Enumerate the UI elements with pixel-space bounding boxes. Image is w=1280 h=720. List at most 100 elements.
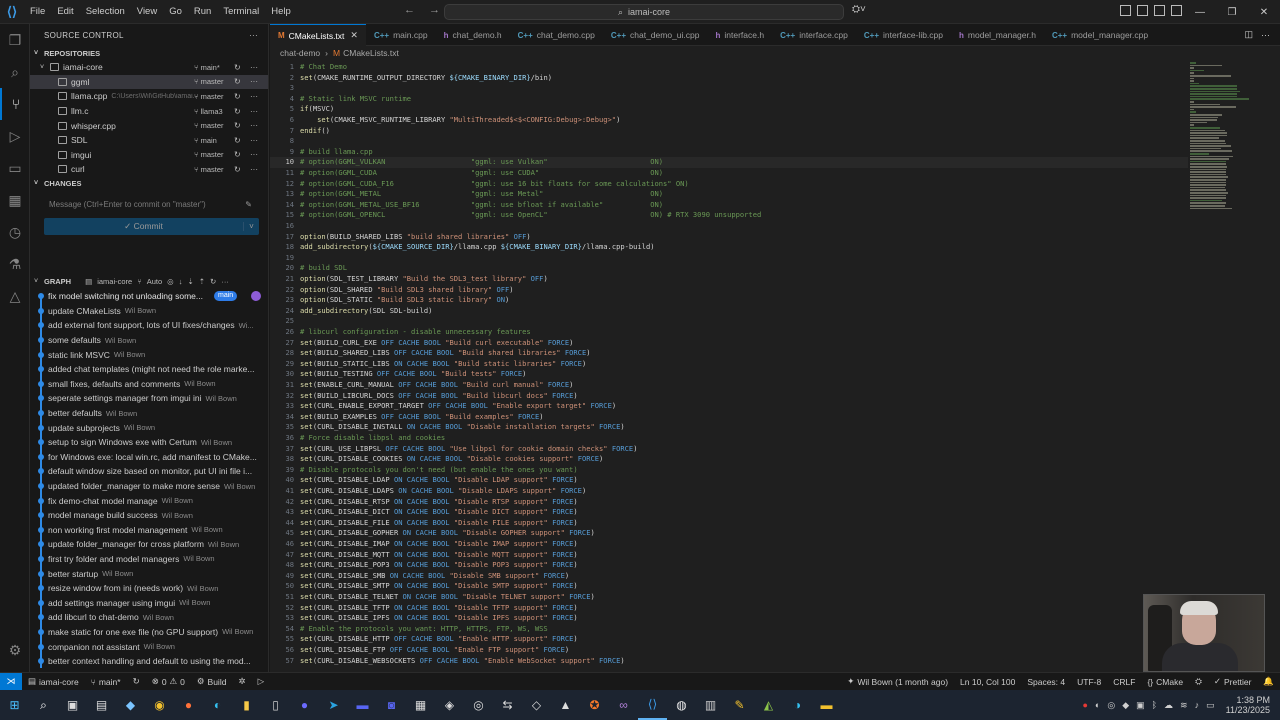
code-line[interactable]: 39 # Disable protocols you don't need (bu… bbox=[270, 465, 1188, 476]
remote-explorer-icon[interactable]: ▭ bbox=[0, 152, 30, 184]
more-actions-icon[interactable]: ··· bbox=[250, 150, 258, 159]
sync-icon[interactable]: ↻ bbox=[234, 121, 241, 130]
repo-branch[interactable]: ⑂ main* bbox=[194, 63, 220, 72]
code-line[interactable]: 49 set(CURL_DISABLE_SMB ON CACHE BOOL "Di… bbox=[270, 571, 1188, 582]
tool-icon[interactable]: ⇆ bbox=[493, 690, 522, 720]
code-line[interactable]: 4 # Static link MSVC runtime bbox=[270, 94, 1188, 105]
blender-icon[interactable]: ✪ bbox=[580, 690, 609, 720]
code-line[interactable]: 55 set(CURL_DISABLE_HTTP OFF CACHE BOOL "… bbox=[270, 634, 1188, 645]
tray-icon[interactable]: ▣ bbox=[1136, 700, 1145, 711]
split-editor-icon[interactable]: ◫ bbox=[1244, 29, 1253, 40]
code-line[interactable]: 26 # libcurl configuration - disable unne… bbox=[270, 327, 1188, 338]
commit-item[interactable]: small fixes, defaults and comments Wil Bo… bbox=[30, 376, 269, 392]
repo-branch[interactable]: ⑂ master bbox=[194, 92, 224, 101]
code-line[interactable]: 33 set(CURL_ENABLE_EXPORT_TARGET OFF CACH… bbox=[270, 401, 1188, 412]
commit-item[interactable]: non working first model management Wil Bo… bbox=[30, 522, 269, 538]
status-prettier[interactable]: ✓ Prettier bbox=[1208, 676, 1258, 687]
more-actions-icon[interactable]: ··· bbox=[250, 77, 258, 86]
testing-icon[interactable]: ⚗ bbox=[0, 248, 30, 280]
firefox-icon[interactable]: ● bbox=[174, 690, 203, 720]
repo-branch[interactable]: ⑂ master bbox=[194, 77, 224, 86]
commit-item[interactable]: some defaults Wil Bown bbox=[30, 332, 269, 348]
camera-icon[interactable]: ▦ bbox=[406, 690, 435, 720]
status-blame[interactable]: ✦ Wil Bown (1 month ago) bbox=[841, 676, 954, 687]
copilot-status-icon[interactable]: ⛭ bbox=[1189, 676, 1208, 687]
code-line[interactable]: 42 set(CURL_DISABLE_RTSP ON CACHE BOOL "D… bbox=[270, 497, 1188, 508]
code-line[interactable]: 14 # option(GGML_METAL_USE_BF16 "ggml: us… bbox=[270, 200, 1188, 211]
chrome-icon[interactable]: ◉ bbox=[145, 690, 174, 720]
code-line[interactable]: 15 # option(GGML_OPENCL "ggml: use OpenCL… bbox=[270, 210, 1188, 221]
code-line[interactable]: 8 bbox=[270, 136, 1188, 147]
browser-icon[interactable]: ◑ bbox=[783, 690, 812, 720]
editor-tab[interactable]: C++ model_manager.cpp bbox=[1044, 24, 1156, 46]
fetch-icon[interactable]: ↓ bbox=[179, 277, 183, 286]
breadcrumb-folder[interactable]: chat-demo bbox=[280, 48, 320, 58]
restore-button[interactable]: ❐ bbox=[1216, 0, 1248, 24]
task-view-icon[interactable]: ▣ bbox=[58, 690, 87, 720]
code-line[interactable]: 40 set(CURL_DISABLE_LDAP ON CACHE BOOL "D… bbox=[270, 475, 1188, 486]
more-actions-icon[interactable]: ··· bbox=[250, 107, 258, 116]
code-line[interactable]: 25 bbox=[270, 316, 1188, 327]
source-control-icon[interactable]: ⑂ bbox=[0, 88, 30, 120]
code-line[interactable]: 51 set(CURL_DISABLE_TELNET ON CACHE BOOL … bbox=[270, 592, 1188, 603]
commit-button[interactable]: ✓ Commit ˅ bbox=[44, 217, 259, 235]
extensions-icon[interactable]: ▦ bbox=[0, 184, 30, 216]
back-arrow-icon[interactable]: ← bbox=[404, 4, 415, 16]
commit-item[interactable]: companion not assistant Wil Bown bbox=[30, 639, 269, 654]
code-line[interactable]: 6 set(CMAKE_MSVC_RUNTIME_LIBRARY "MultiT… bbox=[270, 115, 1188, 126]
forward-arrow-icon[interactable]: → bbox=[429, 4, 440, 16]
commit-item[interactable]: add settings manager using imgui Wil Bown bbox=[30, 595, 269, 611]
github-actions-icon[interactable]: ◷ bbox=[0, 216, 30, 248]
code-line[interactable]: 57 set(CURL_DISABLE_WEBSOCKETS OFF CACHE … bbox=[270, 656, 1188, 667]
code-line[interactable]: 22 option(SDL_SHARED "Build SDL3 shared l… bbox=[270, 285, 1188, 296]
repo-item[interactable]: ˅ iamai-core ⑂ main* ↻ ··· bbox=[30, 60, 268, 75]
code-line[interactable]: 16 bbox=[270, 221, 1188, 232]
battery-icon[interactable]: ▭ bbox=[1206, 700, 1215, 711]
more-actions-icon[interactable]: ··· bbox=[250, 136, 258, 145]
code-line[interactable]: 27 set(BUILD_CURL_EXE OFF CACHE BOOL "Bui… bbox=[270, 338, 1188, 349]
game-icon[interactable]: ▲ bbox=[551, 690, 580, 720]
repositories-section-header[interactable]: ˅ REPOSITORIES bbox=[30, 46, 268, 60]
code-line[interactable]: 29 set(BUILD_STATIC_LIBS ON CACHE BOOL "B… bbox=[270, 359, 1188, 370]
visual-studio-icon[interactable]: ∞ bbox=[609, 690, 638, 720]
code-line[interactable]: 23 option(SDL_STATIC "Build SDL3 static l… bbox=[270, 295, 1188, 306]
code-line[interactable]: 20 # build SDL bbox=[270, 263, 1188, 274]
code-line[interactable]: 34 set(BUILD_EXAMPLES OFF CACHE BOOL "Bui… bbox=[270, 412, 1188, 423]
breadcrumb-file[interactable]: CMakeLists.txt bbox=[343, 48, 399, 58]
edge-icon[interactable]: ◐ bbox=[203, 690, 232, 720]
tray-icon[interactable]: ◎ bbox=[1107, 700, 1115, 711]
commit-item[interactable]: added chat templates (might not need the… bbox=[30, 361, 269, 377]
graph-repo-label[interactable]: iamai-core bbox=[97, 277, 132, 286]
epic-icon[interactable]: ◇ bbox=[522, 690, 551, 720]
commit-item[interactable]: update subprojects Wil Bown bbox=[30, 420, 269, 435]
commit-item[interactable]: make static for one exe file (no GPU sup… bbox=[30, 624, 269, 640]
commit-item[interactable]: better startup Wil Bown bbox=[30, 566, 269, 581]
status-eol[interactable]: CRLF bbox=[1107, 676, 1141, 687]
graph-section-header[interactable]: ˅ GRAPH ▤ iamai-core ⑂ Auto ◎ ↓ ⇣ ⇡ ↻ ··… bbox=[30, 274, 269, 288]
editor-tab[interactable]: h chat_demo.h bbox=[436, 24, 510, 46]
sync-icon[interactable]: ↻ bbox=[234, 63, 241, 72]
code-line[interactable]: 30 set(BUILD_TESTING OFF CACHE BOOL "Buil… bbox=[270, 369, 1188, 380]
code-line[interactable]: 7 endif() bbox=[270, 126, 1188, 137]
more-actions-icon[interactable]: ··· bbox=[250, 121, 258, 130]
menu-selection[interactable]: Selection bbox=[80, 6, 131, 17]
editor-tab[interactable]: C++ main.cpp bbox=[366, 24, 436, 46]
code-line[interactable]: 38 set(CURL_DISABLE_COOKIES ON CACHE BOOL… bbox=[270, 454, 1188, 465]
status-position[interactable]: Ln 10, Col 100 bbox=[954, 676, 1021, 687]
graph-auto-label[interactable]: Auto bbox=[147, 277, 162, 286]
unity-icon[interactable]: ◈ bbox=[435, 690, 464, 720]
code-line[interactable]: 3 bbox=[270, 83, 1188, 94]
code-line[interactable]: 56 set(CURL_DISABLE_FTP OFF CACHE BOOL "E… bbox=[270, 645, 1188, 656]
code-line[interactable]: 28 set(BUILD_SHARED_LIBS OFF CACHE BOOL "… bbox=[270, 348, 1188, 359]
code-line[interactable]: 10 # option(GGML_VULKAN "ggml: use Vulkan… bbox=[270, 157, 1188, 168]
push-icon[interactable]: ⇡ bbox=[199, 277, 205, 286]
sparkle-icon[interactable]: ✎ bbox=[245, 200, 252, 209]
changes-section-header[interactable]: ˅ CHANGES bbox=[30, 177, 268, 191]
obs-icon[interactable]: ● bbox=[290, 690, 319, 720]
commit-item[interactable]: model manage build success Wil Bown bbox=[30, 507, 269, 523]
sync-icon[interactable]: ↻ bbox=[234, 150, 241, 159]
code-line[interactable]: 5 if(MSVC) bbox=[270, 104, 1188, 115]
status-encoding[interactable]: UTF-8 bbox=[1071, 676, 1107, 687]
commit-item[interactable]: fix model switching not unloading some..… bbox=[30, 289, 269, 304]
code-line[interactable]: 43 set(CURL_DISABLE_DICT ON CACHE BOOL "D… bbox=[270, 507, 1188, 518]
